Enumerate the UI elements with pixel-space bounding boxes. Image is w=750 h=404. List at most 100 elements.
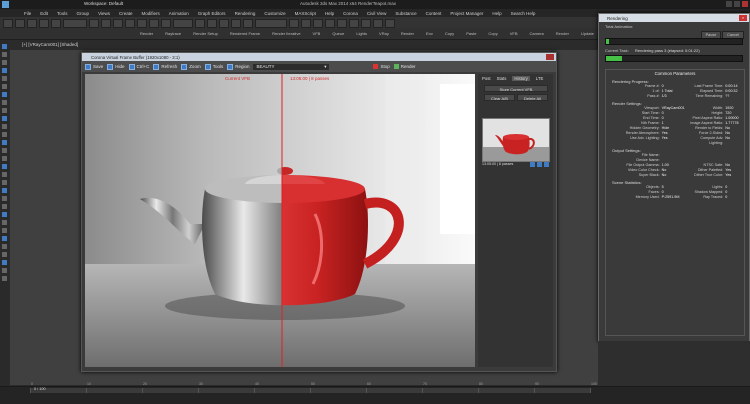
menu-item-4[interactable]: Views — [98, 11, 110, 16]
left-strip-icon[interactable] — [2, 196, 7, 201]
toolbar-button-6[interactable]: Queue — [332, 31, 344, 36]
time-slider[interactable]: 0 10 20 30 40 50 60 70 80 90 100 — [30, 382, 597, 393]
left-strip-icon[interactable] — [2, 212, 7, 217]
material-editor-icon[interactable] — [349, 19, 359, 28]
set-a-icon[interactable] — [537, 162, 542, 167]
toolbar-button-1[interactable]: Raytrace — [165, 31, 181, 36]
vfb-title-bar[interactable]: Corona Virtual Frame Buffer (1920x1080 -… — [82, 53, 556, 61]
left-strip-icon[interactable] — [2, 204, 7, 209]
toolbar-button-8[interactable]: VRay — [379, 31, 389, 36]
toolbar-button-0[interactable]: Render — [140, 31, 153, 36]
tab-post[interactable]: Post — [482, 76, 491, 81]
menu-item-11[interactable]: MAXScript — [295, 11, 316, 16]
toolbar-button-3[interactable]: Rendered Frame — [230, 31, 260, 36]
frame-counter[interactable]: 0 / 100 — [34, 387, 46, 391]
toolbar-button-13[interactable]: Copy — [488, 31, 497, 36]
menu-item-1[interactable]: Edit — [40, 11, 48, 16]
rotate-icon[interactable] — [149, 19, 159, 28]
bind-space-warp-icon[interactable] — [51, 19, 61, 28]
move-icon[interactable] — [137, 19, 147, 28]
render-icon[interactable] — [385, 19, 395, 28]
store-current-vfb-button[interactable]: Store Current VFB — [484, 85, 548, 92]
tab-history[interactable]: History — [512, 76, 530, 81]
left-strip-icon[interactable] — [2, 252, 7, 257]
pivot-icon[interactable] — [195, 19, 205, 28]
menu-item-2[interactable]: Tools — [57, 11, 68, 16]
toolbar-button-16[interactable]: Render — [556, 31, 569, 36]
mirror-icon[interactable] — [289, 19, 299, 28]
vfb-zoom-button[interactable]: Zoom — [181, 63, 201, 70]
toolbar-button-4[interactable]: Render Iterative — [272, 31, 300, 36]
tab-lte[interactable]: LTE — [536, 76, 544, 81]
left-strip-icon[interactable] — [2, 156, 7, 161]
left-strip-icon[interactable] — [2, 140, 7, 145]
history-thumbnail[interactable] — [482, 118, 550, 162]
toolbar-button-2[interactable]: Render Setup — [193, 31, 218, 36]
toolbar-button-11[interactable]: Copy — [445, 31, 454, 36]
left-strip-icon[interactable] — [2, 116, 7, 121]
menu-item-18[interactable]: Help — [492, 11, 501, 16]
menu-item-13[interactable]: Corona — [343, 11, 358, 16]
tab-stats[interactable]: Stats — [497, 76, 507, 81]
spinner-snap-icon[interactable] — [243, 19, 253, 28]
left-strip-icon[interactable] — [2, 148, 7, 153]
left-strip-icon[interactable] — [2, 44, 7, 49]
left-strip-icon[interactable] — [2, 268, 7, 273]
minimize-icon[interactable] — [726, 1, 732, 7]
toolbar-button-7[interactable]: Lights — [356, 31, 367, 36]
render-canvas[interactable]: Current VFB 13:05:00 | 8 passes — [85, 74, 475, 367]
menu-item-16[interactable]: Content — [426, 11, 442, 16]
toolbar-button-10[interactable]: Env — [426, 31, 433, 36]
rect-selection-icon[interactable] — [113, 19, 123, 28]
left-strip-icon[interactable] — [2, 260, 7, 265]
set-b-icon[interactable] — [544, 162, 549, 167]
select-link-icon[interactable] — [27, 19, 37, 28]
reference-coord-icon[interactable] — [173, 19, 193, 28]
left-strip-icon[interactable] — [2, 84, 7, 89]
vfb-region-button[interactable]: Region — [227, 63, 249, 70]
left-strip-icon[interactable] — [2, 60, 7, 65]
select-object-icon[interactable] — [89, 19, 99, 28]
toolbar-button-14[interactable]: VFB — [510, 31, 518, 36]
render-setup-icon[interactable] — [361, 19, 371, 28]
clear-ab-button[interactable]: Clear A/B — [484, 94, 515, 101]
menu-item-0[interactable]: File — [24, 11, 31, 16]
left-strip-icon[interactable] — [2, 236, 7, 241]
menu-item-15[interactable]: Substance — [395, 11, 416, 16]
window-crossing-icon[interactable] — [125, 19, 135, 28]
vfb-stop-button[interactable]: Stop — [373, 64, 390, 69]
close-icon[interactable] — [742, 1, 748, 7]
left-strip-icon[interactable] — [2, 68, 7, 73]
left-strip-icon[interactable] — [2, 228, 7, 233]
window-controls[interactable] — [726, 1, 748, 7]
menu-item-5[interactable]: Create — [119, 11, 133, 16]
redo-icon[interactable] — [15, 19, 25, 28]
workspace-label[interactable]: Workspace: Default — [84, 1, 123, 6]
menu-item-7[interactable]: Animation — [169, 11, 189, 16]
named-selection-icon[interactable] — [255, 19, 287, 28]
left-strip-icon[interactable] — [2, 124, 7, 129]
menu-item-12[interactable]: Help — [325, 11, 334, 16]
toolbar-button-12[interactable]: Paste — [466, 31, 476, 36]
scale-icon[interactable] — [161, 19, 171, 28]
menu-item-14[interactable]: Civil View — [367, 11, 386, 16]
menu-item-17[interactable]: Project Manager — [450, 11, 483, 16]
channel-select[interactable]: BEAUTY ▾ — [253, 63, 330, 70]
left-strip-icon[interactable] — [2, 76, 7, 81]
align-icon[interactable] — [301, 19, 311, 28]
curve-editor-icon[interactable] — [325, 19, 335, 28]
left-strip-icon[interactable] — [2, 244, 7, 249]
undo-icon[interactable] — [3, 19, 13, 28]
vfb-hide-button[interactable]: Hide — [107, 63, 125, 70]
left-strip-icon[interactable] — [2, 132, 7, 137]
menu-item-3[interactable]: Group — [77, 11, 90, 16]
toolbar-button-15[interactable]: Camera — [530, 31, 544, 36]
rendering-title-bar[interactable]: Rendering — [599, 14, 749, 22]
toolbar-button-5[interactable]: VFB — [313, 31, 321, 36]
left-strip-icon[interactable] — [2, 188, 7, 193]
selection-filter-icon[interactable] — [63, 19, 87, 28]
toolbar-button-9[interactable]: Render — [401, 31, 414, 36]
schematic-view-icon[interactable] — [337, 19, 347, 28]
vfb-close-icon[interactable] — [546, 54, 554, 60]
menu-item-8[interactable]: Graph Editors — [198, 11, 226, 16]
